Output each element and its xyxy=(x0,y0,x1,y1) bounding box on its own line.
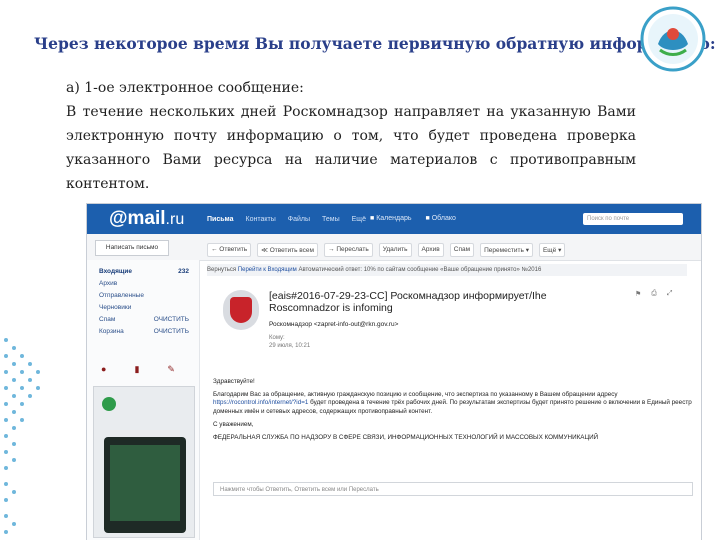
compose-button[interactable]: Написать письмо xyxy=(95,240,169,256)
body-text: Благодарим Вас за обращение, активную гр… xyxy=(213,391,692,415)
back-to-inbox-link[interactable]: Перейти к Входящим xyxy=(238,267,297,273)
spam-button[interactable]: Спам xyxy=(449,243,475,257)
ad-banner[interactable] xyxy=(93,386,195,538)
archive-button[interactable]: Архив xyxy=(417,243,444,257)
expand-icon[interactable]: ⤢ xyxy=(667,290,673,298)
quick-reply-input[interactable]: Нажмите чтобы Ответить, Ответить всем ил… xyxy=(213,482,693,496)
search-input[interactable]: Поиск по почте xyxy=(583,213,683,225)
mail-nav: Письма Контакты Файлы Темы Ещё xyxy=(207,216,366,223)
mail-logo[interactable]: @mail.ru xyxy=(109,208,184,230)
sidebar-icons: ● ▮ ✎ xyxy=(101,364,175,375)
folder-drafts[interactable]: Черновики xyxy=(99,304,189,311)
delete-button[interactable]: Удалить xyxy=(378,243,412,257)
tablet-image xyxy=(104,437,186,533)
folder-inbox[interactable]: Входящие 232 xyxy=(99,268,189,275)
move-button[interactable]: Переместить ▾ xyxy=(480,243,533,257)
organization-logo xyxy=(640,6,706,72)
sender-avatar xyxy=(223,290,259,330)
edit-icon[interactable]: ✎ xyxy=(167,364,175,375)
signature: ФЕДЕРАЛЬНАЯ СЛУЖБА ПО НАДЗОРУ В СФЕРЕ СВ… xyxy=(213,434,599,442)
folder-spam[interactable]: Спам ОЧИСТИТЬ xyxy=(99,316,189,323)
decorative-dots xyxy=(4,338,40,534)
slide-title: Через некоторое время Вы получаете перви… xyxy=(34,34,716,53)
bookmark-icon[interactable]: ▮ xyxy=(134,364,139,375)
ad-logo-icon xyxy=(102,397,116,411)
message-actions: ⚑ ⎙ ⤢ xyxy=(635,290,673,298)
cloud-link[interactable]: Облако xyxy=(426,215,456,222)
nav-item-more[interactable]: Ещё xyxy=(352,216,366,223)
nav-item-contacts[interactable]: Контакты xyxy=(246,216,276,223)
nav-item-mail[interactable]: Письма xyxy=(207,216,234,223)
message-sender[interactable]: Роскомнадзор <zapret-info-out@rkn.gov.ru… xyxy=(269,321,398,328)
forward-button[interactable]: → Переслать xyxy=(324,243,373,257)
folder-sent[interactable]: Отправленные xyxy=(99,292,189,299)
greeting: Здравствуйте! xyxy=(213,378,255,385)
print-icon[interactable]: ⎙ xyxy=(651,290,657,298)
coat-of-arms-icon xyxy=(230,297,252,323)
message-body: Здравствуйте! Благодарим Вас за обращени… xyxy=(213,378,693,447)
mail-screenshot: @mail.ru Письма Контакты Файлы Темы Ещё … xyxy=(87,204,701,540)
message-meta: Кому: 29 июля, 10:21 xyxy=(269,334,310,350)
reply-button[interactable]: ← Ответить xyxy=(207,243,252,257)
more-button[interactable]: Ещё ▾ xyxy=(538,243,566,257)
message-notice-bar: Вернуться Перейти к Входящим Автоматичес… xyxy=(207,264,687,276)
nav-item-files[interactable]: Файлы xyxy=(288,216,310,223)
calendar-link[interactable]: Календарь xyxy=(370,215,411,222)
mail-apps: Календарь Облако xyxy=(370,215,456,222)
slide-paragraph: В течение нескольких дней Роскомнадзор н… xyxy=(66,104,636,192)
regards: С уважением, xyxy=(213,420,254,428)
mail-toolbar: Написать письмо ← Ответить ≪ Ответить вс… xyxy=(87,234,701,261)
nav-item-themes[interactable]: Темы xyxy=(322,216,340,223)
message-subject: [eais#2016-07-29-23-CC] Роскомнадзор инф… xyxy=(269,290,547,314)
message-to: Кому: xyxy=(269,335,285,341)
slide-subtitle: а) 1-ое электронное сообщение: xyxy=(66,80,304,96)
mail-header: @mail.ru Письма Контакты Файлы Темы Ещё … xyxy=(87,204,701,234)
folder-archive[interactable]: Архив xyxy=(99,280,189,287)
pin-icon[interactable]: ● xyxy=(101,364,106,375)
flag-icon[interactable]: ⚑ xyxy=(635,290,641,298)
body-link[interactable]: https://rocontrol.info/internet/?id=1 xyxy=(213,399,308,406)
folder-trash[interactable]: Корзина ОЧИСТИТЬ xyxy=(99,328,189,335)
message-date: 29 июля, 10:21 xyxy=(269,343,311,349)
reply-all-button[interactable]: ≪ Ответить всем xyxy=(257,243,319,257)
mail-sidebar: Входящие 232 Архив Отправленные Черновики… xyxy=(87,260,200,540)
